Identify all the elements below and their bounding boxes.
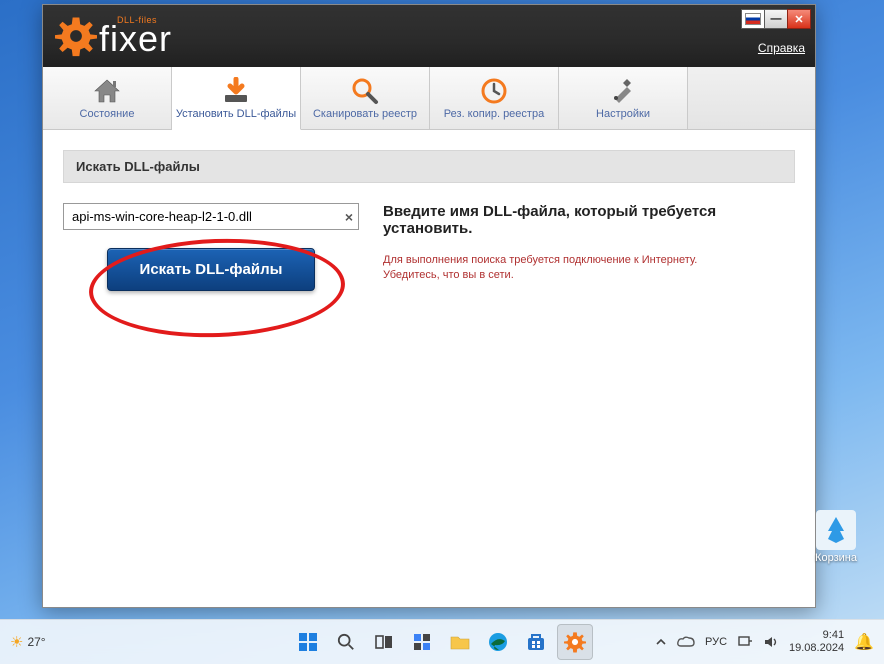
app-header: DLL-files fixer — ✕ Справка <box>43 5 815 67</box>
close-button[interactable]: ✕ <box>787 9 811 29</box>
clear-input-icon[interactable]: × <box>345 209 353 225</box>
content-area: Искать DLL-файлы × Искать DLL-файлы Введ… <box>43 130 815 311</box>
tab-label: Рез. копир. реестра <box>444 108 544 120</box>
taskbar-weather[interactable]: ☀ 27° <box>10 633 46 651</box>
tray-language[interactable]: РУС <box>705 636 727 648</box>
explorer-button[interactable] <box>443 625 477 659</box>
gear-icon <box>564 631 586 653</box>
tray-date: 19.08.2024 <box>789 642 844 655</box>
search-box: × <box>63 203 359 230</box>
tab-label: Состояние <box>80 108 135 120</box>
language-flag-button[interactable] <box>741 9 765 29</box>
store-icon <box>526 632 546 652</box>
app-window: DLL-files fixer — ✕ Справка Состояние Ус… <box>42 4 816 608</box>
minimize-button[interactable]: — <box>764 9 788 29</box>
network-icon[interactable] <box>737 635 753 649</box>
task-view-icon <box>375 633 393 651</box>
tab-scan-registry[interactable]: Сканировать реестр <box>301 67 430 129</box>
flag-ru-icon <box>745 13 761 25</box>
tools-icon <box>609 76 637 106</box>
search-icon <box>337 633 355 651</box>
volume-icon[interactable] <box>763 635 779 649</box>
hint-line: Убедитесь, что вы в сети. <box>383 269 514 281</box>
logo-big-text: fixer <box>99 21 172 57</box>
tab-label: Настройки <box>596 108 650 120</box>
download-icon <box>221 76 251 106</box>
dll-search-input[interactable] <box>63 203 359 230</box>
taskbar-center <box>291 624 593 660</box>
gear-icon <box>55 15 97 57</box>
magnifier-icon <box>351 76 379 106</box>
onedrive-icon[interactable] <box>677 636 695 648</box>
start-button[interactable] <box>291 625 325 659</box>
taskbar: ☀ 27° РУ <box>0 619 884 664</box>
help-link[interactable]: Справка <box>758 41 805 55</box>
tab-backup-registry[interactable]: Рез. копир. реестра <box>430 67 559 129</box>
app-logo: DLL-files fixer <box>55 15 172 57</box>
tray-clock[interactable]: 9:41 19.08.2024 <box>789 629 844 655</box>
sun-icon: ☀ <box>10 633 23 651</box>
widgets-icon <box>413 633 431 651</box>
folder-icon <box>450 633 470 651</box>
recycle-bin-icon <box>816 510 856 550</box>
tray-chevron-icon[interactable] <box>655 636 667 648</box>
search-dll-button[interactable]: Искать DLL-файлы <box>107 248 316 291</box>
tab-status[interactable]: Состояние <box>43 67 172 129</box>
notifications-icon[interactable]: 🔔 <box>854 632 874 652</box>
edge-icon <box>488 632 508 652</box>
recycle-bin-label: Корзина <box>815 552 857 564</box>
tab-install-dll[interactable]: Установить DLL-файлы <box>172 67 301 130</box>
tab-strip: Состояние Установить DLL-файлы Сканирова… <box>43 67 815 130</box>
desktop-recycle-bin[interactable]: Корзина <box>806 510 866 564</box>
tray-time: 9:41 <box>823 629 844 642</box>
task-view-button[interactable] <box>367 625 401 659</box>
windows-icon <box>299 633 317 651</box>
tab-settings[interactable]: Настройки <box>559 67 688 129</box>
tab-label: Сканировать реестр <box>313 108 417 120</box>
hint-line: Для выполнения поиска требуется подключе… <box>383 254 697 266</box>
tab-label: Установить DLL-файлы <box>176 108 296 120</box>
dll-fixer-taskbar-button[interactable] <box>557 624 593 660</box>
weather-temp: 27° <box>27 635 45 649</box>
instructions-column: Введите имя DLL-файла, который требуется… <box>383 203 795 291</box>
store-button[interactable] <box>519 625 553 659</box>
system-tray: РУС 9:41 19.08.2024 🔔 <box>655 629 874 655</box>
hint-text: Для выполнения поиска требуется подключе… <box>383 253 795 284</box>
edge-button[interactable] <box>481 625 515 659</box>
widgets-button[interactable] <box>405 625 439 659</box>
history-icon <box>480 76 508 106</box>
section-title: Искать DLL-файлы <box>63 150 795 183</box>
search-column: × Искать DLL-файлы <box>63 203 359 291</box>
instruction-heading: Введите имя DLL-файла, который требуется… <box>383 203 795 237</box>
window-controls: — ✕ <box>742 9 811 29</box>
taskbar-search-button[interactable] <box>329 625 363 659</box>
home-icon <box>93 76 121 106</box>
